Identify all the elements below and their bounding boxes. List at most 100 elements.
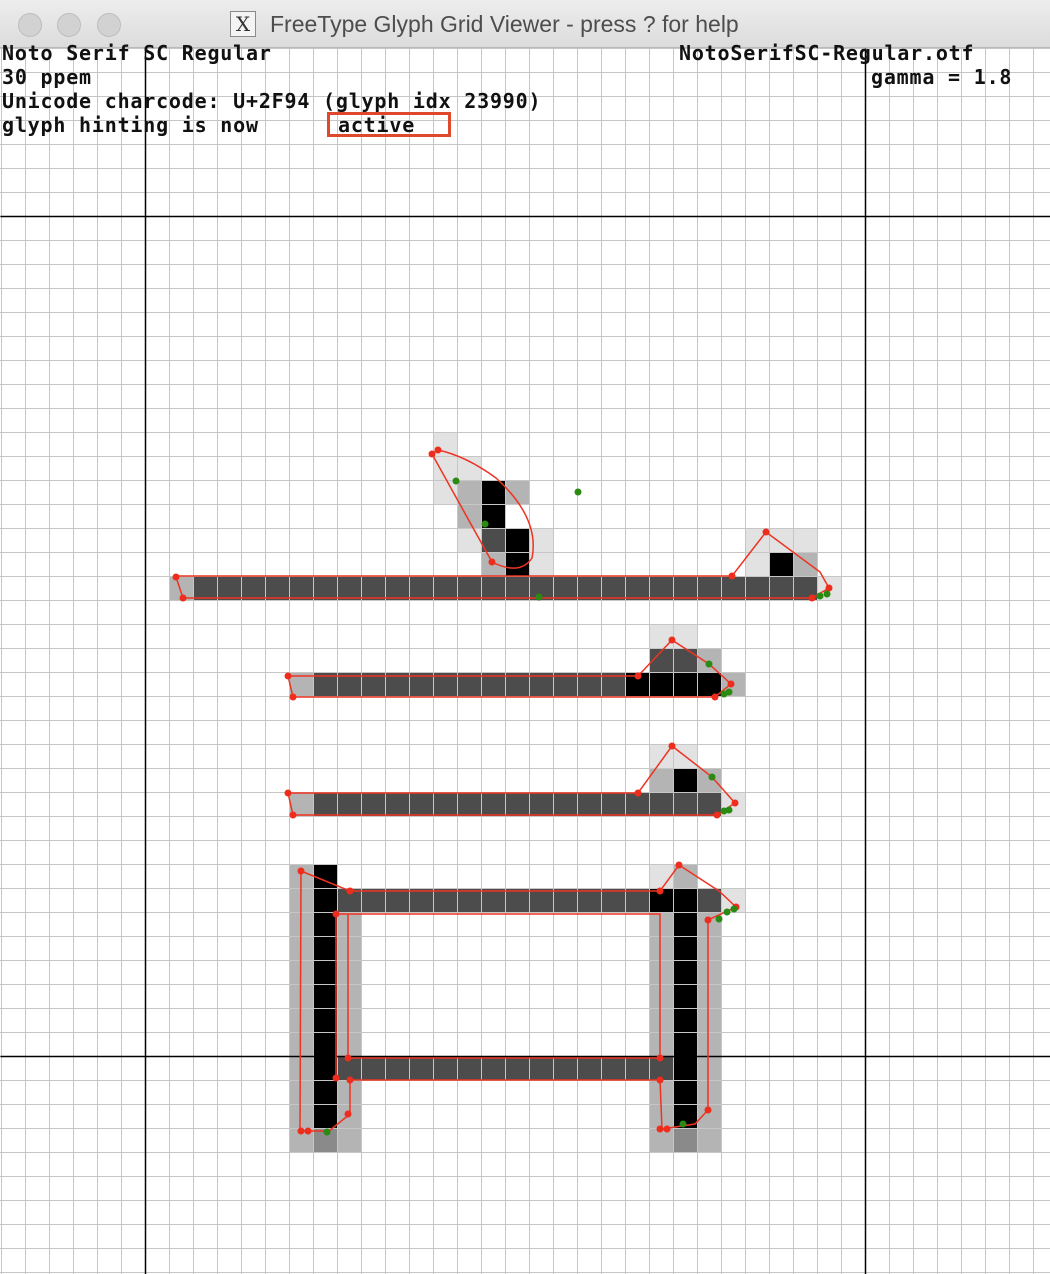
pixel-cell (649, 936, 673, 960)
pixel-cell (673, 960, 697, 984)
pixel-cell (505, 1056, 529, 1080)
on-curve-point (728, 572, 736, 580)
pixel-cell (673, 1080, 697, 1104)
pixel-cell (457, 528, 481, 552)
off-curve-point (723, 908, 731, 916)
off-curve-point (323, 1128, 331, 1136)
on-curve-point (656, 1054, 664, 1062)
glyph-grid (0, 48, 1050, 1274)
pixel-cell (409, 576, 433, 600)
off-curve-point (535, 593, 543, 601)
pixel-cell (649, 624, 673, 648)
pixel-cell (289, 1104, 313, 1128)
on-curve-point (172, 573, 180, 581)
zoom-button[interactable] (97, 13, 121, 37)
pixel-cell (577, 1056, 601, 1080)
pixel-cell (697, 936, 721, 960)
on-curve-point (179, 594, 187, 602)
off-curve-point (725, 806, 733, 814)
on-curve-point (346, 1076, 354, 1084)
pixel-cell (697, 672, 721, 696)
glyph-grid-canvas[interactable]: Noto Serif SC Regular NotoSerifSC-Regula… (0, 41, 1050, 1274)
on-curve-point (634, 672, 642, 680)
pixel-cell (577, 792, 601, 816)
pixel-cell (505, 528, 529, 552)
pixel-cell (697, 888, 721, 912)
pixel-cell (433, 1056, 457, 1080)
on-curve-point (663, 1125, 671, 1133)
pixel-cell (337, 1080, 361, 1104)
pixel-cell (505, 792, 529, 816)
pixel-cell (769, 552, 793, 576)
pixel-cell (673, 792, 697, 816)
pixel-cell (313, 888, 337, 912)
pixel-cell (529, 1056, 553, 1080)
on-curve-point (346, 887, 354, 895)
pixel-cell (313, 1008, 337, 1032)
pixel-cell (649, 792, 673, 816)
pixel-cell (361, 792, 385, 816)
on-curve-point (656, 1125, 664, 1133)
pixel-cell (793, 528, 817, 552)
window-title: X FreeType Glyph Grid Viewer - press ? f… (230, 10, 739, 38)
pixel-cell (697, 1008, 721, 1032)
pixel-cell (361, 576, 385, 600)
pixel-cell (337, 984, 361, 1008)
on-curve-point (704, 916, 712, 924)
x11-icon: X (230, 11, 256, 37)
pixel-cell (697, 1080, 721, 1104)
off-curve-point (705, 660, 713, 668)
on-curve-point (668, 742, 676, 750)
pixel-cell (313, 936, 337, 960)
on-curve-point (668, 636, 676, 644)
pixel-cell (649, 1008, 673, 1032)
on-curve-point (731, 799, 739, 807)
on-curve-point (488, 558, 496, 566)
pixel-cell (601, 576, 625, 600)
close-button[interactable] (18, 13, 42, 37)
pixel-cell (457, 1056, 481, 1080)
pixel-cell (337, 1008, 361, 1032)
pixel-cell (529, 792, 553, 816)
pixel-cell (361, 1056, 385, 1080)
pixel-cell (337, 960, 361, 984)
pixel-cell (313, 792, 337, 816)
pixel-cell (481, 792, 505, 816)
pixel-cell (313, 984, 337, 1008)
minimize-button[interactable] (57, 13, 81, 37)
pixel-cell (697, 768, 721, 792)
pixel-grid (0, 48, 1050, 1274)
pixel-cell (217, 576, 241, 600)
pixel-cell (457, 480, 481, 504)
pixel-cell (649, 912, 673, 936)
pixel-cell (697, 648, 721, 672)
pixel-cell (313, 960, 337, 984)
pixel-cell (193, 576, 217, 600)
off-curve-point (715, 915, 723, 923)
pixel-cell (625, 1056, 649, 1080)
metric-lines (0, 48, 1050, 1274)
pixel-cell (649, 576, 673, 600)
pixel-cell (337, 576, 361, 600)
on-curve-point (675, 861, 683, 869)
off-curve-point (708, 773, 716, 781)
pixel-cell (697, 1056, 721, 1080)
pixel-cell (313, 1032, 337, 1056)
pixel-cell (385, 1056, 409, 1080)
hinting-state-highlight (327, 112, 451, 137)
pixel-cell (409, 1056, 433, 1080)
on-curve-point (762, 528, 770, 536)
off-curve-point (730, 905, 738, 913)
pixel-cell (553, 792, 577, 816)
pixel-cell (289, 576, 313, 600)
pixel-cell (673, 1128, 697, 1152)
pixel-cell (409, 792, 433, 816)
on-curve-point (434, 446, 442, 454)
off-curve-point (725, 688, 733, 696)
on-curve-point (808, 594, 816, 602)
box-inner-outline (336, 913, 661, 1059)
pixel-cell (673, 984, 697, 1008)
hinting-label: glyph hinting is now (2, 113, 259, 137)
ppem-label: 30 ppem (2, 65, 92, 89)
pixel-cell (385, 576, 409, 600)
